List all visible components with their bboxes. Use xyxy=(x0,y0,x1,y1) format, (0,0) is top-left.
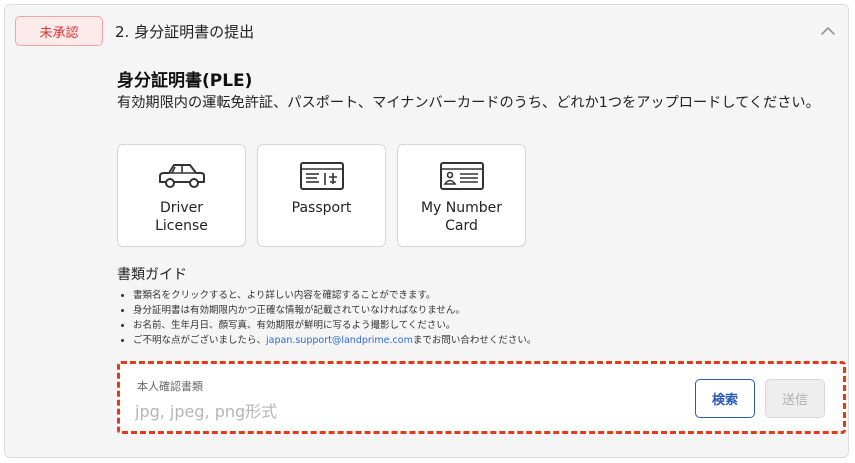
search-button[interactable]: 検索 xyxy=(695,379,755,418)
section-title: 2. 身分証明書の提出 xyxy=(115,23,255,41)
guide-item-contact: ご不明な点がございましたら、japan.support@landprime.co… xyxy=(133,333,693,348)
contact-suffix: までお問い合わせください。 xyxy=(412,335,537,346)
chevron-up-icon[interactable] xyxy=(818,21,838,41)
id-card-icon xyxy=(439,161,485,191)
file-path-input[interactable] xyxy=(135,398,675,424)
document-type-list: Driver License Passport My Number Card xyxy=(117,144,526,247)
guide-item: 書類名をクリックすると、より詳しい内容を確認することができます。 xyxy=(133,288,693,303)
passport-icon xyxy=(299,161,345,191)
guide-title: 書類ガイド xyxy=(117,267,187,283)
support-email-link[interactable]: japan.support@landprime.com xyxy=(266,335,413,346)
car-icon xyxy=(156,161,208,191)
page-title: 身分証明書(PLE) xyxy=(117,71,253,91)
document-card-my-number[interactable]: My Number Card xyxy=(397,144,526,247)
send-button[interactable]: 送信 xyxy=(765,379,825,418)
upload-label: 本人確認書類 xyxy=(137,380,203,393)
document-card-label: My Number Card xyxy=(420,200,503,234)
document-card-driver-license[interactable]: Driver License xyxy=(117,144,246,247)
identity-document-panel: 未承認 2. 身分証明書の提出 身分証明書(PLE) 有効期限内の運転免許証、パ… xyxy=(4,4,849,458)
description-text: 有効期限内の運転免許証、パスポート、マイナンバーカードのうち、どれか1つをアップ… xyxy=(117,95,820,111)
guide-list: 書類名をクリックすると、より詳しい内容を確認することができます。 身分証明書は有… xyxy=(117,288,693,348)
guide-item: お名前、生年月日、顔写真、有効期限が鮮明に写るよう撮影してください。 xyxy=(133,318,693,333)
status-badge: 未承認 xyxy=(15,16,103,46)
contact-prefix: ご不明な点がございましたら、 xyxy=(133,335,267,346)
guide-item: 身分証明書は有効期限内かつ正確な情報が記載されていなければなりません。 xyxy=(133,303,693,318)
file-upload-field: 本人確認書類 検索 送信 xyxy=(117,361,846,434)
document-card-label: Driver License xyxy=(155,200,208,234)
document-card-label: Passport xyxy=(291,200,352,216)
document-card-passport[interactable]: Passport xyxy=(257,144,386,247)
